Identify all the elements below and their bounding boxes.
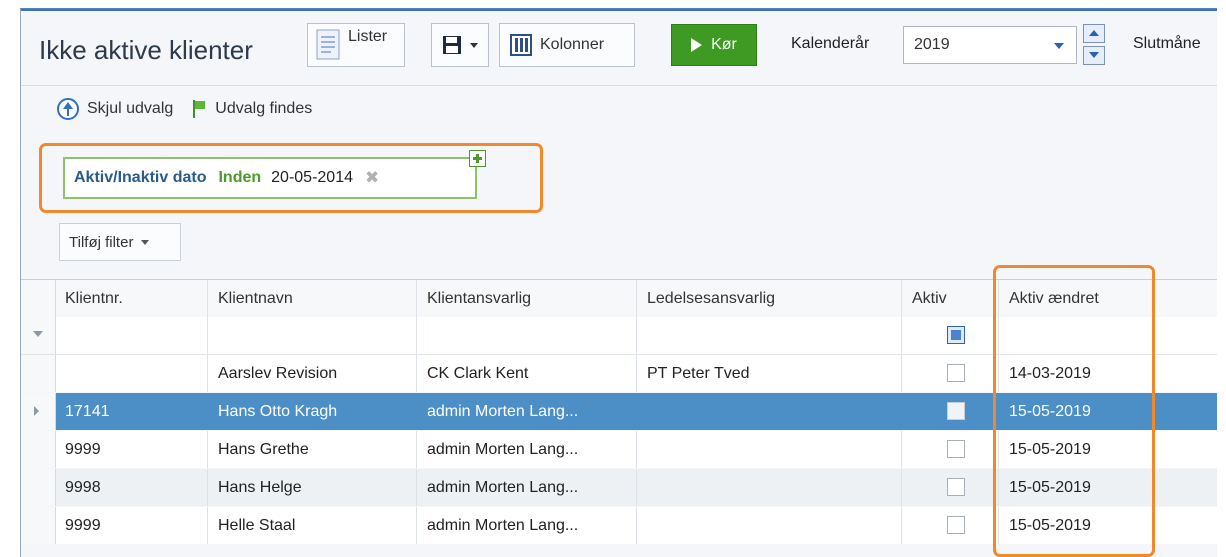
funnel-icon (33, 331, 43, 337)
columns-button[interactable]: Kolonner (499, 23, 635, 67)
calendar-year-select[interactable]: 2019 (903, 26, 1077, 64)
client-number: 9998 (55, 469, 208, 506)
lists-button-label: Lister (348, 28, 388, 45)
filter-chip-value: 20-05-2014 (271, 169, 353, 186)
active-checkbox[interactable] (947, 478, 965, 496)
client-name: Aarslev Revision (208, 355, 417, 392)
selection-exists-label: Udvalg findes (215, 100, 313, 117)
current-row-arrow-icon (34, 406, 39, 416)
active-checkbox[interactable] (947, 364, 965, 382)
chevron-down-icon (470, 42, 478, 48)
filter-chip-operator: Inden (218, 169, 262, 186)
year-spinner (1083, 24, 1105, 65)
add-condition-plus-icon[interactable] (469, 150, 486, 167)
client-number: 9999 (55, 431, 208, 468)
column-header-client-name[interactable]: Klientnavn (208, 280, 417, 317)
management-responsible (637, 393, 902, 430)
client-responsible: admin Morten Lang... (417, 507, 637, 544)
row-indicator (21, 317, 56, 354)
active-checkbox[interactable] (947, 516, 965, 534)
client-name: Hans Otto Kragh (208, 393, 417, 430)
run-button-label: Kør (711, 36, 737, 53)
save-dropdown-button[interactable] (431, 23, 489, 67)
active-checkbox[interactable] (947, 402, 965, 420)
row-indicator (21, 431, 56, 468)
client-name: Hans Helge (208, 469, 417, 506)
filter-cell[interactable] (55, 317, 208, 354)
calendar-year-label: Kalenderår (791, 35, 870, 52)
dropdown-arrow-icon (1054, 43, 1064, 49)
row-indicator-header (21, 280, 56, 317)
management-responsible (637, 507, 902, 544)
calendar-year-value: 2019 (914, 36, 950, 53)
column-header-management-responsible[interactable]: Ledelsesansvarlig (637, 280, 902, 317)
column-header-client-number[interactable]: Klientnr. (55, 280, 208, 317)
add-filter-label: Tilføj filter (69, 233, 134, 251)
row-indicator (21, 355, 56, 392)
play-icon (691, 38, 703, 52)
end-month-label: Slutmåne (1133, 35, 1201, 52)
client-responsible: admin Morten Lang... (417, 393, 637, 430)
flag-icon (193, 100, 207, 118)
row-indicator (21, 469, 56, 506)
management-responsible: PT Peter Tved (637, 355, 902, 392)
client-number: 9999 (55, 507, 208, 544)
row-indicator (21, 393, 56, 430)
run-button[interactable]: Kør (671, 24, 757, 66)
client-name: Helle Staal (208, 507, 417, 544)
floppy-disk-icon (443, 36, 461, 54)
row-indicator (21, 507, 56, 544)
management-responsible (637, 431, 902, 468)
hide-selection-link[interactable]: Skjul udvalg Udvalg findes (57, 98, 312, 120)
filter-cell[interactable] (637, 317, 902, 354)
columns-icon (510, 34, 532, 56)
column-header-active[interactable]: Aktiv (902, 280, 999, 317)
client-responsible: admin Morten Lang... (417, 469, 637, 506)
date-column-highlight-box (993, 265, 1155, 557)
active-checkbox[interactable] (947, 440, 965, 458)
management-responsible (637, 469, 902, 506)
spinner-down-button[interactable] (1083, 46, 1105, 65)
client-number (55, 355, 208, 392)
columns-button-label: Kolonner (540, 36, 605, 53)
toolbar: Ikke aktive klienter Lister Kolonner Kør… (21, 11, 1217, 86)
list-document-icon (316, 29, 340, 60)
lists-button[interactable]: Lister (307, 23, 405, 67)
close-icon[interactable]: ✖ (365, 168, 379, 188)
chevron-down-icon (141, 239, 150, 245)
add-filter-button[interactable]: Tilføj filter (59, 223, 181, 261)
hide-selection-label: Skjul udvalg (87, 100, 174, 117)
client-responsible: admin Morten Lang... (417, 431, 637, 468)
column-header-client-responsible[interactable]: Klientansvarlig (417, 280, 637, 317)
client-responsible: CK Clark Kent (417, 355, 637, 392)
filter-cell[interactable] (417, 317, 637, 354)
arrow-up-circle-icon (57, 98, 79, 120)
filter-chip[interactable]: Aktiv/Inaktiv dato Inden 20-05-2014 ✖ (63, 157, 477, 199)
client-name: Hans Grethe (208, 431, 417, 468)
filter-cell[interactable] (208, 317, 417, 354)
spinner-up-button[interactable] (1083, 24, 1105, 43)
client-number: 17141 (55, 393, 208, 430)
page-title: Ikke aktive klienter (39, 35, 253, 65)
app-window: Ikke aktive klienter Lister Kolonner Kør… (20, 8, 1217, 557)
filter-chip-field: Aktiv/Inaktiv dato (74, 169, 207, 186)
active-filter-checkbox[interactable] (947, 326, 965, 344)
